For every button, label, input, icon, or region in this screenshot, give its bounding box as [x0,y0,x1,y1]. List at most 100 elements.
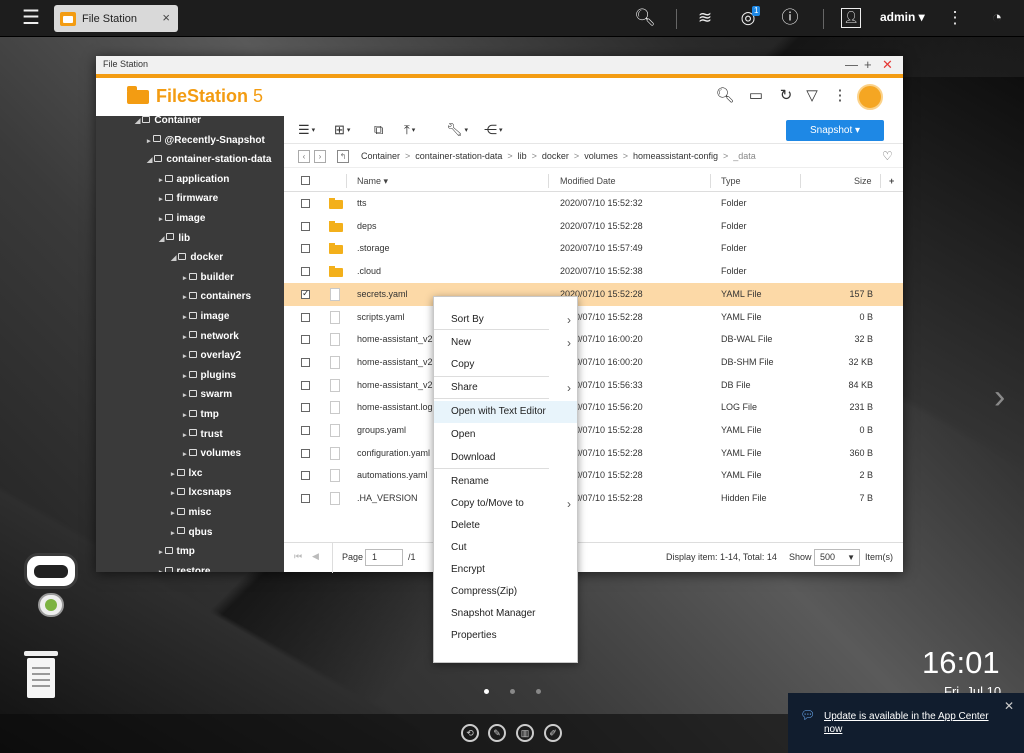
column-header-name[interactable]: Name ▾ [357,170,388,192]
table-row[interactable]: .cloud 2020/07/10 15:52:38 Folder [284,260,903,283]
tree-item[interactable]: ▸ application [159,170,229,189]
notification-text[interactable]: Update is available in the App Center no… [824,710,1004,736]
info-icon[interactable]: ⓘ [779,8,801,28]
table-row[interactable]: home-assistant_v2 2020/07/10 15:56:33 DB F… [284,374,903,397]
panels-icon[interactable]: ▥ [516,724,534,742]
create-folder-icon[interactable]: ⊞ ▾ [334,122,350,139]
back-icon[interactable]: ‹ [298,150,310,163]
table-row[interactable]: deps 2020/07/10 15:52:28 Folder [284,215,903,238]
tree-item[interactable]: ▸ containers [183,287,251,306]
breadcrumb-item[interactable]: docker [542,151,569,161]
menu-item[interactable]: Share › [434,377,577,399]
collapsed-arrow-icon[interactable]: ▸ [183,353,187,360]
close-icon[interactable]: ✕ [882,56,893,74]
collapsed-arrow-icon[interactable]: ▸ [183,451,187,458]
table-row[interactable]: secrets.yaml2020/07/10 15:52:28YAML File… [284,282,903,306]
page-number-input[interactable]: 1 [365,549,403,566]
collapsed-arrow-icon[interactable]: ▸ [171,530,175,537]
forward-icon[interactable]: › [314,150,326,163]
collapsed-arrow-icon[interactable]: ▸ [171,490,175,497]
expanded-arrow-icon[interactable]: ◢ [147,157,152,164]
table-row[interactable]: configuration.yaml 2020/07/10 15:52:28 YAM… [284,442,903,465]
menu-item[interactable]: Open with Text Editor [434,401,577,423]
table-row[interactable]: home-assistant_v2 2020/07/10 16:00:20 DB-W… [284,328,903,351]
background-task-icon[interactable] [857,84,883,110]
tree-item[interactable]: ▸ plugins [183,366,236,385]
menu-item[interactable]: Snapshot Manager [434,603,577,625]
row-checkbox[interactable] [301,335,310,345]
row-checkbox[interactable] [301,312,310,322]
filter-icon[interactable]: ▽ [802,86,822,106]
menu-item[interactable]: Copy to/Move to › [434,493,577,515]
tree-item[interactable]: ▸ tmp [183,405,219,424]
page-dot[interactable] [536,689,541,694]
table-row[interactable]: scripts.yaml 2020/07/10 15:52:28 YAML File… [284,306,903,329]
menu-item[interactable]: Open [434,424,577,446]
row-checkbox[interactable] [301,494,310,504]
page-dot[interactable] [510,689,515,694]
menu-item[interactable]: Delete [434,515,577,537]
collapsed-arrow-icon[interactable]: ▸ [159,196,163,203]
window-titlebar[interactable]: File Station — + ✕ [96,56,903,74]
copy-icon[interactable]: ⧉ [374,122,383,138]
breadcrumb-item[interactable]: volumes [584,151,618,161]
breadcrumb-item[interactable]: Container [361,151,400,161]
collapsed-arrow-icon[interactable]: ▸ [183,334,187,341]
qsync-icon[interactable]: ⟲ [461,724,479,742]
collapsed-arrow-icon[interactable]: ▸ [183,412,187,419]
tree-item[interactable]: ▸ lxcsnaps [171,483,231,502]
collapsed-arrow-icon[interactable]: ▸ [159,549,163,556]
tree-item[interactable]: ◢ Container [135,116,201,130]
breadcrumb-item[interactable]: container-station-data [415,151,502,161]
share-icon[interactable]: ⋲ ▾ [484,122,503,139]
more-options-icon[interactable]: ⋮ [944,8,966,28]
column-header-size[interactable]: Size [854,170,872,192]
table-row[interactable]: .storage 2020/07/10 15:57:49 Folder [284,237,903,260]
menu-item[interactable]: Rename [434,471,577,493]
tree-item[interactable]: ▸ firmware [159,189,218,208]
tree-item[interactable]: ◢ docker [171,248,223,267]
tree-item[interactable]: ▸ qbus [171,523,212,542]
expanded-arrow-icon[interactable]: ◢ [171,255,176,262]
qmiix-robot-icon[interactable] [18,553,84,631]
favorite-heart-icon[interactable]: ♡ [882,149,893,163]
app-tab-file-station[interactable]: File Station × [54,5,178,32]
expanded-arrow-icon[interactable]: ◢ [159,236,164,243]
row-checkbox[interactable] [301,471,310,481]
collapsed-arrow-icon[interactable]: ▸ [183,314,187,321]
collapsed-arrow-icon[interactable]: ▸ [183,275,187,282]
dashboard-gauge-icon[interactable]: ◔ [986,8,1008,28]
upload-icon[interactable]: ⤒ ▾ [404,122,415,139]
remote-mount-icon[interactable]: ▭ [746,86,766,106]
view-mode-icon[interactable]: ☰ ▾ [298,122,315,139]
tree-item[interactable]: ▸ overlay2 [183,346,241,365]
tree-item[interactable]: ▸ @Recently-Snapshot [147,131,265,150]
row-checkbox[interactable] [301,403,310,413]
close-icon[interactable]: × [162,10,170,25]
update-notification[interactable]: 💬︎ Update is available in the App Center… [788,693,1024,753]
menu-item[interactable]: Cut [434,537,577,559]
search-icon[interactable]: 🔍︎ [634,8,656,28]
menu-item[interactable]: Copy [434,354,577,376]
table-row[interactable]: automations.yaml 2020/07/10 15:52:28 YAML … [284,464,903,487]
row-checkbox[interactable] [301,244,310,254]
table-row[interactable]: home-assistant.log 2020/07/10 15:56:20 LOG… [284,396,903,419]
tree-item[interactable]: ◢ container-station-data [147,150,271,169]
minimize-icon[interactable]: — [845,56,858,74]
close-icon[interactable]: ✕ [1004,699,1014,713]
user-menu[interactable]: admin ▾ [880,10,925,24]
add-column-button[interactable]: + [889,170,894,192]
breadcrumb-item[interactable]: homeassistant-config [633,151,718,161]
menu-item[interactable]: Compress(Zip) [434,581,577,603]
tree-item[interactable]: ▸ network [183,327,239,346]
recycle-bin-icon[interactable] [24,651,58,699]
search-icon[interactable]: 🔍︎ [715,86,735,106]
parent-folder-icon[interactable]: ↰ [337,150,349,163]
tree-item[interactable]: ▸ restore [159,562,210,572]
row-checkbox[interactable] [301,221,310,231]
collapsed-arrow-icon[interactable]: ▸ [183,373,187,380]
maximize-icon[interactable]: + [864,56,872,74]
tree-item[interactable]: ▸ misc [171,503,211,522]
menu-item[interactable]: Download [434,447,577,469]
row-checkbox[interactable] [301,380,310,390]
